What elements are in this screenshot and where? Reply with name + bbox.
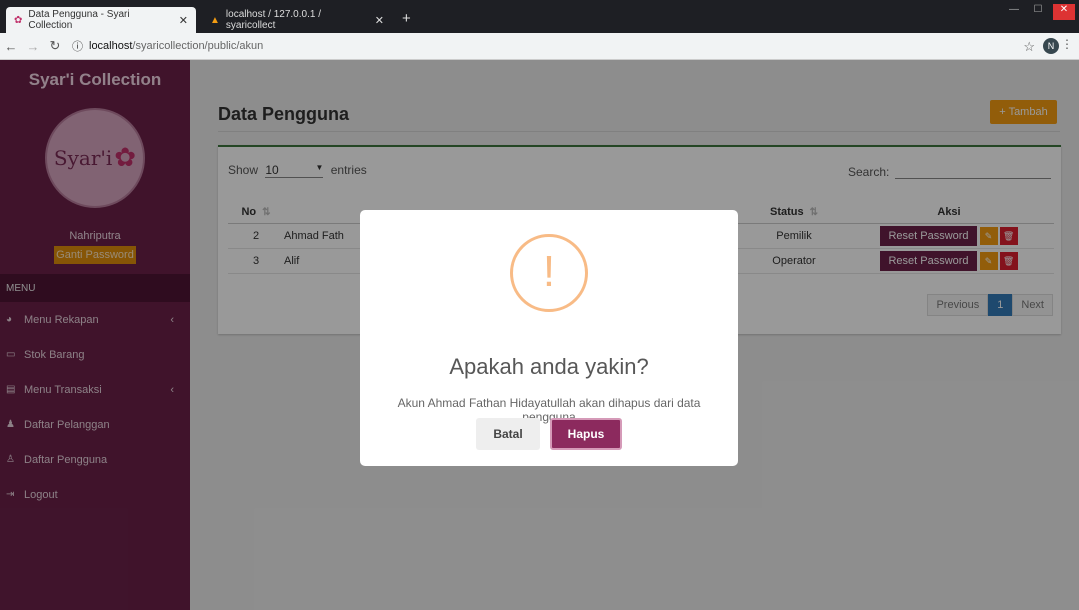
info-icon[interactable]: ⓘ xyxy=(72,38,83,54)
forward-icon[interactable]: → xyxy=(22,39,44,54)
url-field[interactable]: ⓘ localhost/syaricollection/public/akun xyxy=(72,38,263,54)
close-tab-icon[interactable]: ✕ xyxy=(179,14,188,27)
phpmyadmin-favicon-icon: ▲ xyxy=(210,14,220,26)
dialog-title: Apakah anda yakin? xyxy=(449,354,649,379)
back-icon[interactable]: ← xyxy=(0,39,22,54)
browser-tab-bar: ✿ Data Pengguna - Syari Collection ✕ ▲ l… xyxy=(0,0,1079,33)
bookmark-star-icon[interactable]: ☆ xyxy=(1023,39,1035,55)
dialog-buttons: Batal Hapus xyxy=(360,418,738,450)
flower-favicon-icon: ✿ xyxy=(14,14,23,26)
new-tab-icon[interactable]: + xyxy=(402,10,411,27)
profile-avatar[interactable]: N xyxy=(1043,38,1059,54)
more-menu-icon[interactable]: ⋮ xyxy=(1061,37,1073,51)
close-tab-icon[interactable]: ✕ xyxy=(375,14,384,27)
minimize-icon[interactable]: — xyxy=(1003,4,1025,20)
browser-tab-inactive[interactable]: ▲ localhost / 127.0.0.1 / syaricollect ✕ xyxy=(202,7,392,33)
url-path: /syaricollection/public/akun xyxy=(132,40,264,52)
close-window-icon[interactable]: ✕ xyxy=(1053,4,1075,20)
maximize-icon[interactable]: ☐ xyxy=(1027,4,1049,20)
tab-title: Data Pengguna - Syari Collection xyxy=(28,9,130,31)
address-bar: ← → ↻ ⓘ localhost/syaricollection/public… xyxy=(0,33,1079,60)
browser-tab-active[interactable]: ✿ Data Pengguna - Syari Collection ✕ xyxy=(6,7,196,33)
url-host: localhost xyxy=(89,40,133,52)
cancel-button[interactable]: Batal xyxy=(476,418,540,450)
reload-icon[interactable]: ↻ xyxy=(44,38,66,54)
delete-button[interactable]: Hapus xyxy=(550,418,622,450)
warning-icon: ! xyxy=(510,234,588,312)
tab-title: localhost / 127.0.0.1 / syaricollect xyxy=(225,9,321,31)
confirm-dialog: ! Apakah anda yakin? Akun Ahmad Fathan H… xyxy=(360,210,738,466)
